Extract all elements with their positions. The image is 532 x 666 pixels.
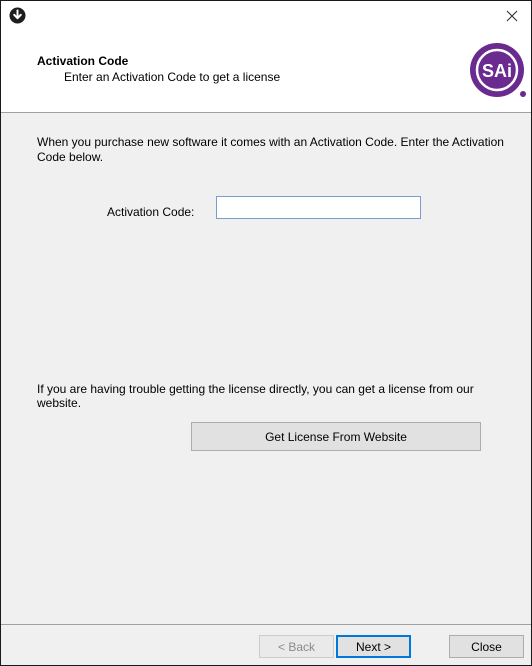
intro-text: When you purchase new software it comes … — [37, 135, 504, 164]
header-subtitle: Enter an Activation Code to get a licens… — [64, 70, 281, 84]
get-license-from-website-button[interactable]: Get License From Website — [191, 422, 481, 451]
wizard-footer: < Back Next > Close — [1, 625, 531, 665]
logo-text: SAi — [482, 61, 512, 81]
activation-code-input[interactable] — [216, 196, 421, 219]
header-title: Activation Code — [37, 54, 129, 68]
wizard-header: Activation Code Enter an Activation Code… — [1, 31, 531, 112]
trouble-text: If you are having trouble getting the li… — [37, 382, 474, 410]
close-button[interactable]: Close — [449, 635, 524, 658]
close-x-icon — [506, 10, 518, 22]
title-bar — [1, 1, 531, 31]
back-button[interactable]: < Back — [259, 635, 334, 658]
sai-logo: SAi — [470, 43, 526, 97]
download-circle-icon — [9, 7, 26, 24]
content-panel — [1, 113, 531, 624]
next-button[interactable]: Next > — [336, 635, 411, 658]
activation-code-label: Activation Code: — [107, 205, 195, 219]
activation-dialog: Activation Code Enter an Activation Code… — [0, 0, 532, 666]
close-window-button[interactable] — [493, 1, 531, 31]
